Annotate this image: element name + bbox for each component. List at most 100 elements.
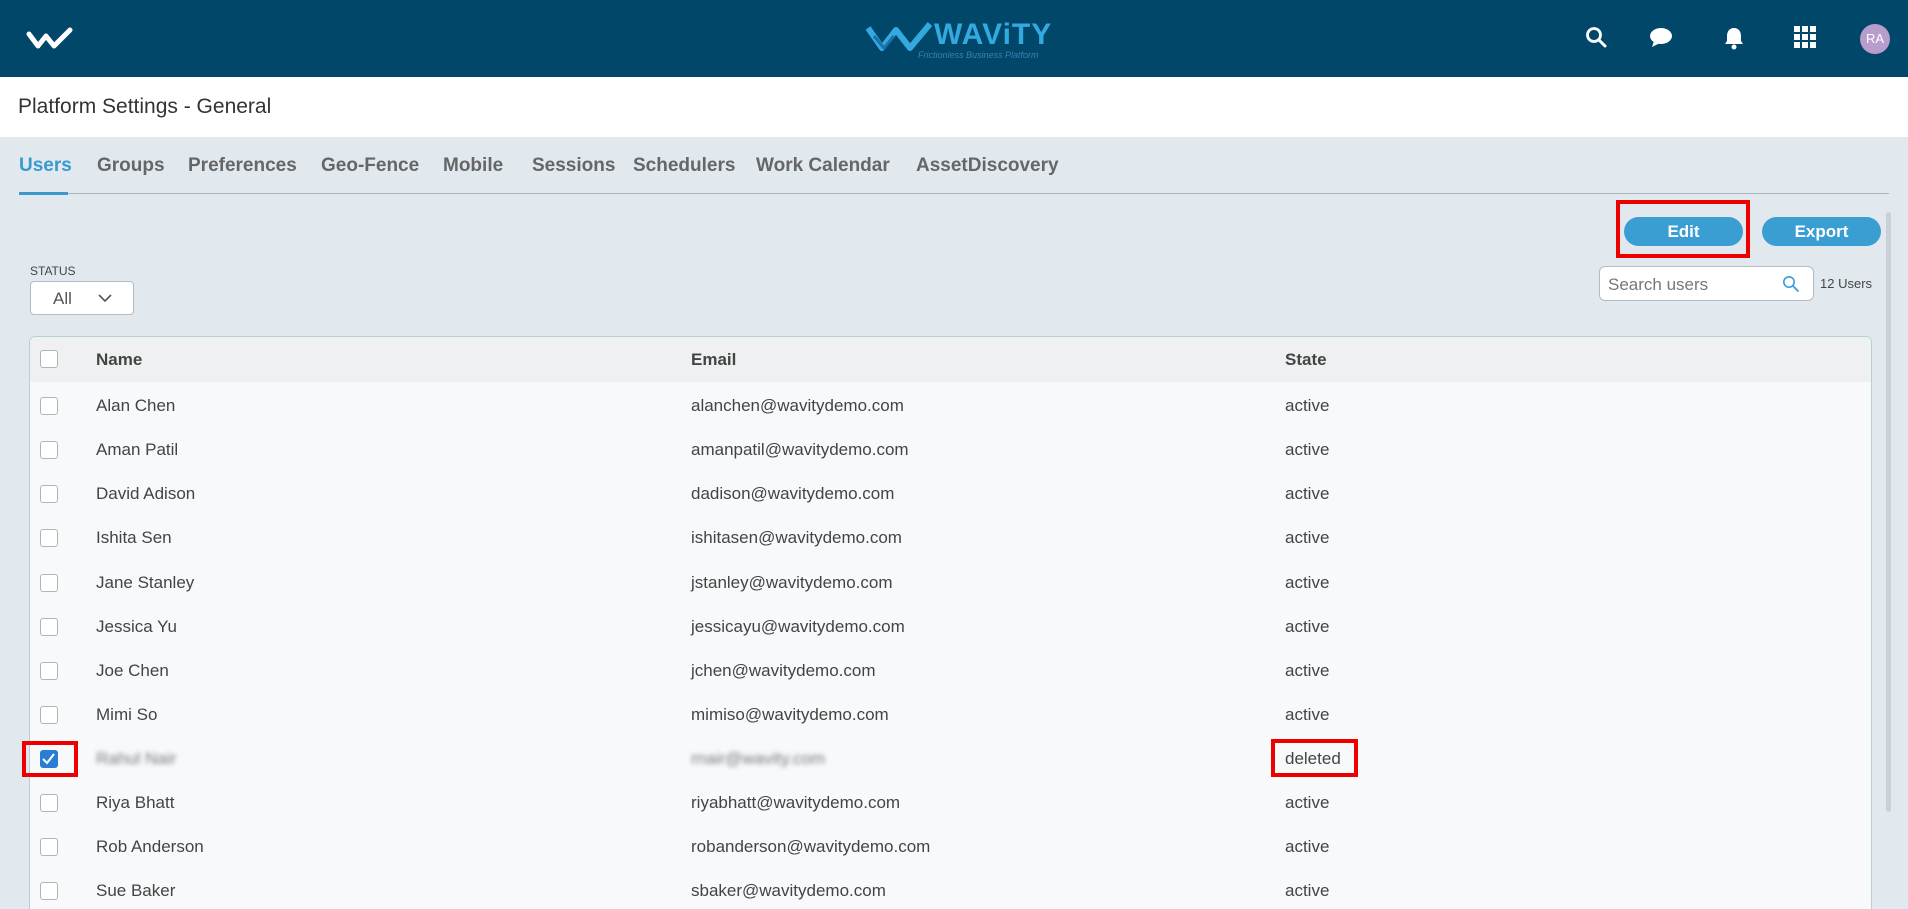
- table-row[interactable]: Ishita Sen ishitasen@wavitydemo.com active: [30, 517, 1871, 561]
- tab-groups[interactable]: Groups: [97, 155, 165, 177]
- page-title: Platform Settings - General: [18, 95, 272, 118]
- row-checkbox[interactable]: [40, 485, 58, 503]
- row-checkbox[interactable]: [40, 882, 58, 900]
- user-state-cell: active: [1285, 484, 1330, 503]
- select-all-checkbox[interactable]: [40, 350, 58, 368]
- row-checkbox[interactable]: [40, 662, 58, 680]
- row-checkbox[interactable]: [40, 529, 58, 547]
- tab-sessions[interactable]: Sessions: [532, 155, 615, 177]
- user-name-cell: Jessica Yu: [96, 617, 177, 636]
- user-email-cell: amanpatil@wavitydemo.com: [691, 440, 909, 459]
- page-scrollbar[interactable]: [1886, 212, 1891, 812]
- user-email-cell: mimiso@wavitydemo.com: [691, 705, 889, 724]
- user-state-cell: active: [1285, 528, 1330, 547]
- active-tab-indicator: [19, 192, 68, 195]
- user-count: 12 Users: [1820, 276, 1873, 291]
- top-bar: WAViTY Frictionless Business Platform RA: [0, 0, 1908, 77]
- user-email-cell: alanchen@wavitydemo.com: [691, 396, 904, 415]
- chat-icon[interactable]: [1649, 26, 1673, 48]
- table-header: Name Email State: [30, 337, 1871, 382]
- notification-bell-icon[interactable]: [1723, 26, 1745, 50]
- user-name-cell: Mimi So: [96, 705, 158, 724]
- table-row[interactable]: Mimi So mimiso@wavitydemo.com active: [30, 694, 1871, 738]
- column-header-state[interactable]: State: [1285, 350, 1327, 370]
- user-name-cell: Jane Stanley: [96, 573, 195, 592]
- user-name-cell: Alan Chen: [96, 396, 176, 415]
- tab-geo-fence[interactable]: Geo-Fence: [321, 155, 419, 177]
- status-filter-label: STATUS: [30, 264, 76, 278]
- user-state-cell: active: [1285, 837, 1330, 856]
- table-row[interactable]: Sue Baker sbaker@wavitydemo.com active: [30, 870, 1871, 909]
- user-email-cell: ishitasen@wavitydemo.com: [691, 528, 902, 547]
- tab-asset-discovery[interactable]: AssetDiscovery: [916, 155, 1059, 177]
- app-menu-logo-icon[interactable]: [26, 24, 76, 54]
- user-email-cell: rnair@wavity.com: [691, 749, 826, 768]
- selected-checkbox-highlight: [22, 741, 78, 777]
- table-row[interactable]: Aman Patil amanpatil@wavitydemo.com active: [30, 429, 1871, 473]
- row-checkbox[interactable]: [40, 794, 58, 812]
- user-name-cell: Joe Chen: [96, 661, 169, 680]
- tabs-divider: [19, 193, 1889, 194]
- deleted-state-highlight: [1271, 739, 1358, 777]
- user-email-cell: dadison@wavitydemo.com: [691, 484, 895, 503]
- users-table: Name Email State Alan Chen alanchen@wavit…: [29, 336, 1872, 909]
- settings-tabs: Users Groups Preferences Geo-Fence Mobil…: [0, 137, 1908, 195]
- brand-logo: WAViTY Frictionless Business Platform: [866, 18, 1051, 60]
- user-email-cell: riyabhatt@wavitydemo.com: [691, 793, 901, 812]
- row-checkbox[interactable]: [40, 838, 58, 856]
- tab-work-calendar[interactable]: Work Calendar: [756, 155, 890, 177]
- table-row[interactable]: Riya Bhatt riyabhatt@wavitydemo.com active: [30, 782, 1871, 826]
- search-icon[interactable]: [1585, 26, 1607, 48]
- row-checkbox[interactable]: [40, 618, 58, 636]
- user-name-cell: Rahul Nair: [96, 749, 177, 768]
- page-title-bar: Platform Settings - General: [0, 77, 1908, 137]
- user-state-cell: active: [1285, 440, 1330, 459]
- user-email-cell: sbaker@wavitydemo.com: [691, 881, 886, 900]
- tab-mobile[interactable]: Mobile: [443, 155, 503, 177]
- user-state-cell: active: [1285, 396, 1330, 415]
- row-checkbox[interactable]: [40, 706, 58, 724]
- apps-grid-icon[interactable]: [1794, 26, 1816, 48]
- status-filter-dropdown[interactable]: All: [30, 281, 134, 315]
- export-button[interactable]: Export: [1762, 217, 1881, 246]
- user-state-cell: active: [1285, 573, 1330, 592]
- table-row[interactable]: Joe Chen jchen@wavitydemo.com active: [30, 650, 1871, 694]
- table-row[interactable]: Alan Chen alanchen@wavitydemo.com active: [30, 385, 1871, 429]
- chevron-down-icon: [98, 294, 112, 303]
- column-header-name[interactable]: Name: [96, 350, 142, 370]
- user-name-cell: Aman Patil: [96, 440, 179, 459]
- table-row[interactable]: Rob Anderson robanderson@wavitydemo.com ac…: [30, 826, 1871, 870]
- edit-button-highlight: [1616, 200, 1750, 258]
- table-row[interactable]: Jane Stanley jstanley@wavitydemo.com activ…: [30, 562, 1871, 606]
- user-email-cell: jchen@wavitydemo.com: [691, 661, 876, 680]
- tab-schedulers[interactable]: Schedulers: [633, 155, 735, 177]
- user-email-cell: jstanley@wavitydemo.com: [691, 573, 893, 592]
- search-icon[interactable]: [1782, 275, 1799, 292]
- search-users-box[interactable]: [1599, 266, 1814, 301]
- table-row[interactable]: David Adison dadison@wavitydemo.com active: [30, 473, 1871, 517]
- row-checkbox[interactable]: [40, 574, 58, 592]
- column-header-email[interactable]: Email: [691, 350, 736, 370]
- table-row[interactable]: Rahul Nair rnair@wavity.com deleted: [30, 738, 1871, 782]
- user-state-cell: active: [1285, 705, 1330, 724]
- user-avatar[interactable]: RA: [1860, 24, 1890, 54]
- user-state-cell: active: [1285, 617, 1330, 636]
- user-state-cell: active: [1285, 661, 1330, 680]
- tab-preferences[interactable]: Preferences: [188, 155, 297, 177]
- user-name-cell: Rob Anderson: [96, 837, 204, 856]
- tab-users[interactable]: Users: [19, 155, 72, 177]
- brand-name: WAViTY: [934, 18, 1053, 51]
- brand-tagline: Frictionless Business Platform: [918, 50, 1039, 60]
- user-email-cell: robanderson@wavitydemo.com: [691, 837, 931, 856]
- search-users-input[interactable]: [1606, 273, 1770, 297]
- user-name-cell: Riya Bhatt: [96, 793, 175, 812]
- user-email-cell: jessicayu@wavitydemo.com: [691, 617, 905, 636]
- user-state-cell: active: [1285, 881, 1330, 900]
- user-name-cell: Sue Baker: [96, 881, 176, 900]
- row-checkbox[interactable]: [40, 397, 58, 415]
- row-checkbox[interactable]: [40, 441, 58, 459]
- table-row[interactable]: Jessica Yu jessicayu@wavitydemo.com active: [30, 606, 1871, 650]
- user-name-cell: Ishita Sen: [96, 528, 172, 547]
- user-state-cell: active: [1285, 793, 1330, 812]
- status-filter-value: All: [53, 289, 72, 308]
